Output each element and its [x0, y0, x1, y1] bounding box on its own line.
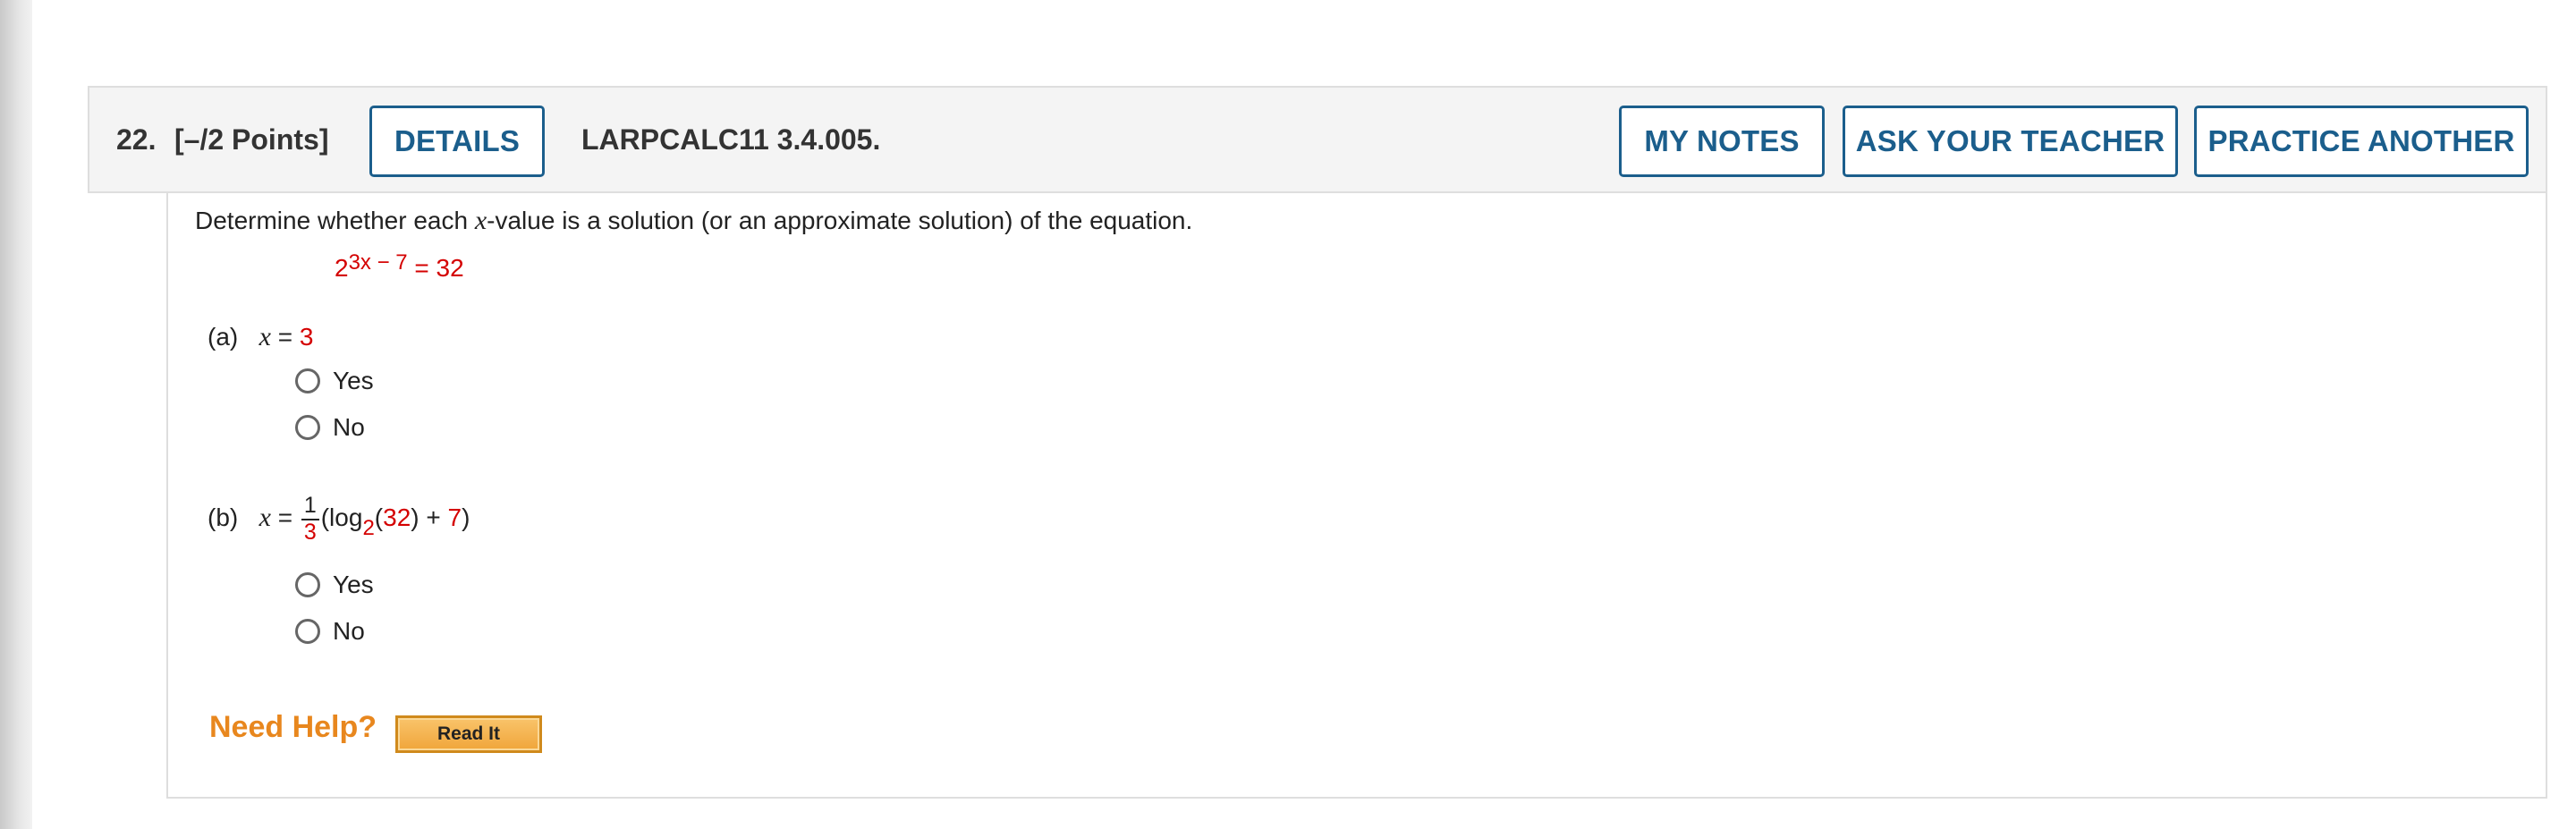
question-prompt: Determine whether each x-value is a solu… [195, 206, 1193, 235]
part-a-label: (a) x = 3 [208, 322, 314, 351]
part-b-label: (b) x = 1 3 (log2(32) + 7) [208, 493, 470, 545]
part-a-option-no[interactable]: No [295, 411, 365, 444]
option-label: Yes [333, 571, 374, 598]
left-page-edge [0, 0, 32, 829]
equation: 23x − 7 = 32 [335, 250, 464, 282]
read-it-button[interactable]: Read It [395, 715, 542, 753]
question-body: Determine whether each x-value is a solu… [166, 193, 2547, 799]
need-help-label: Need Help? [209, 710, 377, 744]
radio-button[interactable] [295, 572, 320, 597]
radio-button[interactable] [295, 415, 320, 440]
question-points: [–/2 Points] [174, 123, 329, 156]
question-number: 22. [116, 123, 157, 156]
my-notes-button[interactable]: MY NOTES [1619, 106, 1825, 177]
radio-button[interactable] [295, 619, 320, 644]
practice-another-button[interactable]: PRACTICE ANOTHER [2194, 106, 2529, 177]
fraction: 13 [301, 493, 319, 545]
option-label: No [333, 617, 365, 645]
details-button[interactable]: DETAILS [369, 106, 545, 177]
part-b-option-no[interactable]: No [295, 615, 365, 647]
option-label: Yes [333, 367, 374, 394]
option-label: No [333, 413, 365, 441]
question-code: LARPCALC11 3.4.005. [581, 123, 881, 156]
question-header: 22. [–/2 Points] DETAILS LARPCALC11 3.4.… [88, 86, 2547, 193]
radio-button[interactable] [295, 368, 320, 393]
part-a-option-yes[interactable]: Yes [295, 365, 374, 397]
ask-your-teacher-button[interactable]: ASK YOUR TEACHER [1843, 106, 2178, 177]
part-b-option-yes[interactable]: Yes [295, 569, 374, 601]
